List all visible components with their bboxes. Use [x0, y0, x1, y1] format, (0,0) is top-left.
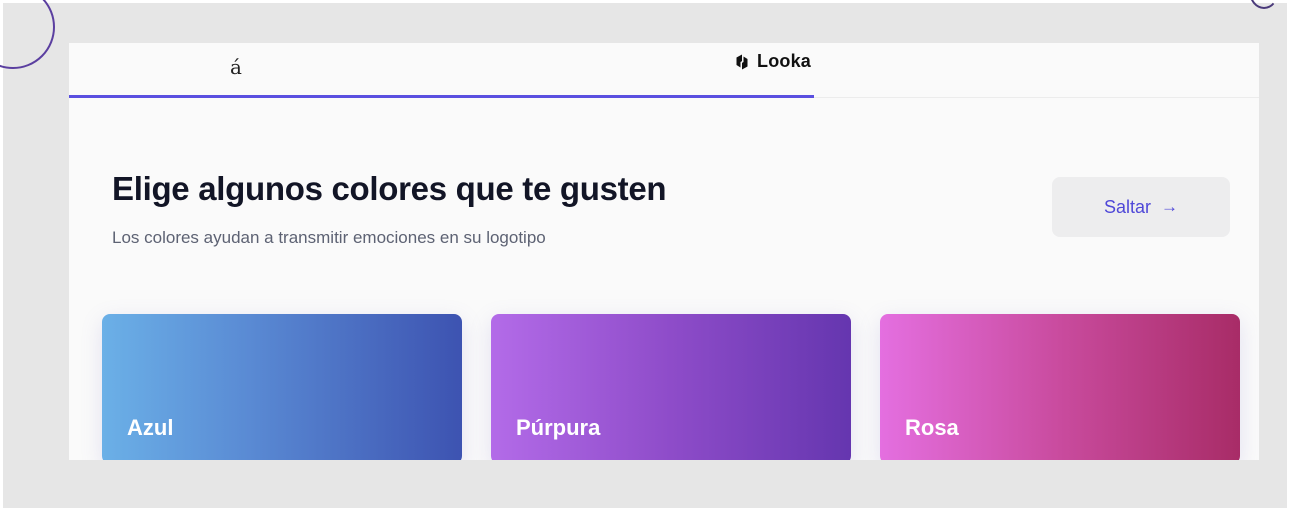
- looka-logo-icon: [736, 54, 748, 69]
- corner-arc-marker: [1249, 0, 1279, 9]
- color-card-rosa[interactable]: Rosa: [880, 314, 1240, 460]
- app-screen: á Looka Elige algunos colores que te gus…: [69, 43, 1259, 460]
- brand[interactable]: Looka: [733, 51, 811, 72]
- progress-bar: [69, 95, 814, 98]
- skip-button-label: Saltar: [1103, 196, 1152, 217]
- color-card-label: Rosa: [905, 415, 959, 440]
- brand-name: Looka: [757, 51, 812, 71]
- annotation-frame: 4 á Looka Elige algunos colores que te g…: [0, 0, 1287, 508]
- stray-character: á: [230, 55, 242, 79]
- skip-button[interactable]: Saltar →: [1052, 177, 1230, 237]
- page-title: Elige algunos colores que te gusten: [112, 170, 667, 207]
- arrow-right-icon: →: [1161, 197, 1179, 216]
- top-bar: á Looka: [69, 43, 1259, 98]
- color-card-purpura[interactable]: Púrpura: [491, 314, 851, 460]
- color-card-label: Azul: [127, 415, 174, 440]
- step-circle-marker: 4: [0, 0, 55, 69]
- color-card-azul[interactable]: Azul: [102, 314, 462, 460]
- page-subtitle: Los colores ayudan a transmitir emocione…: [112, 228, 546, 247]
- color-card-label: Púrpura: [516, 415, 601, 440]
